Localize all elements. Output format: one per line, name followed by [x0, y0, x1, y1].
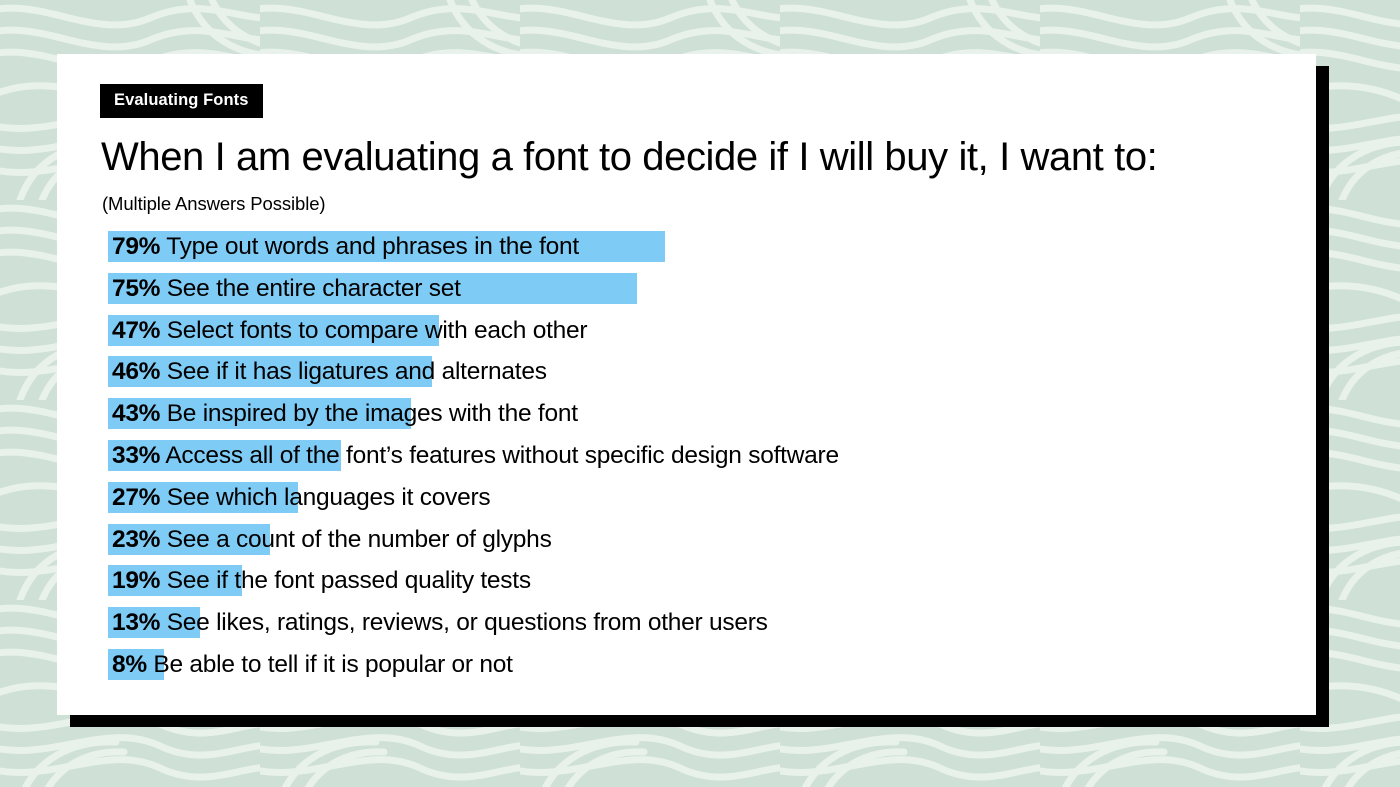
answer-label: Be able to tell if it is popular or not — [146, 650, 513, 678]
answer-percent: 75% — [112, 274, 161, 302]
answer-row: 47% Select fonts to compare with each ot… — [102, 310, 1302, 352]
answer-percent: 8% — [112, 650, 147, 678]
answer-percent: 79% — [112, 233, 161, 260]
answer-row-text: 23% See a count of the number of glyphs — [102, 519, 552, 561]
answer-percent: 33% — [112, 441, 161, 469]
answer-label: See if it has ligatures and alternates — [160, 358, 547, 386]
answer-row-text: 43% Be inspired by the images with the f… — [102, 393, 578, 435]
answer-row-text: 19% See if the font passed quality tests — [102, 560, 531, 602]
answer-percent: 47% — [112, 316, 161, 344]
answer-row: 79% Type out words and phrases in the fo… — [102, 226, 1302, 268]
answer-row: 23% See a count of the number of glyphs — [102, 519, 1302, 561]
answer-row: 13% See likes, ratings, reviews, or ques… — [102, 602, 1302, 644]
answer-bar-list: 79% Type out words and phrases in the fo… — [102, 226, 1302, 686]
answer-row-text: 79% Type out words and phrases in the fo… — [102, 226, 579, 268]
answer-row-text: 13% See likes, ratings, reviews, or ques… — [102, 602, 768, 644]
answer-row: 43% Be inspired by the images with the f… — [102, 393, 1302, 435]
answer-row: 27% See which languages it covers — [102, 477, 1302, 519]
slide-card: Evaluating Fonts When I am evaluating a … — [57, 54, 1316, 715]
answer-percent: 23% — [112, 525, 161, 553]
answer-row-text: 27% See which languages it covers — [102, 477, 491, 519]
answer-row: 8% Be able to tell if it is popular or n… — [102, 644, 1302, 686]
answer-row: 33% Access all of the font’s features wi… — [102, 435, 1302, 477]
answer-row-text: 8% Be able to tell if it is popular or n… — [102, 644, 513, 686]
answer-percent: 46% — [112, 358, 161, 386]
answer-row-text: 33% Access all of the font’s features wi… — [102, 435, 839, 477]
answer-label: See if the font passed quality tests — [160, 567, 531, 595]
answer-percent: 19% — [112, 567, 161, 595]
answer-row: 46% See if it has ligatures and alternat… — [102, 351, 1302, 393]
answer-label: See likes, ratings, reviews, or question… — [160, 609, 768, 637]
subtitle-note: (Multiple Answers Possible) — [102, 193, 326, 214]
answer-row-text: 75% See the entire character set — [102, 268, 461, 310]
answer-percent: 27% — [112, 483, 161, 511]
answer-label: Access all of the font’s features withou… — [160, 441, 839, 469]
answer-label: See the entire character set — [160, 274, 461, 302]
answer-percent: 43% — [112, 400, 161, 428]
answer-percent: 13% — [112, 609, 161, 637]
answer-label: See a count of the number of glyphs — [160, 525, 552, 553]
answer-label: Select fonts to compare with each other — [160, 316, 588, 344]
answer-row-text: 46% See if it has ligatures and alternat… — [102, 351, 547, 393]
answer-row-text: 47% Select fonts to compare with each ot… — [102, 310, 588, 352]
answer-label: See which languages it covers — [160, 483, 491, 511]
page-title: When I am evaluating a font to decide if… — [101, 135, 1158, 179]
answer-row: 75% See the entire character set — [102, 268, 1302, 310]
answer-label: Type out words and phrases in the font — [160, 233, 579, 260]
answer-label: Be inspired by the images with the font — [160, 400, 578, 428]
answer-row: 19% See if the font passed quality tests — [102, 560, 1302, 602]
eyebrow-badge: Evaluating Fonts — [100, 84, 263, 118]
